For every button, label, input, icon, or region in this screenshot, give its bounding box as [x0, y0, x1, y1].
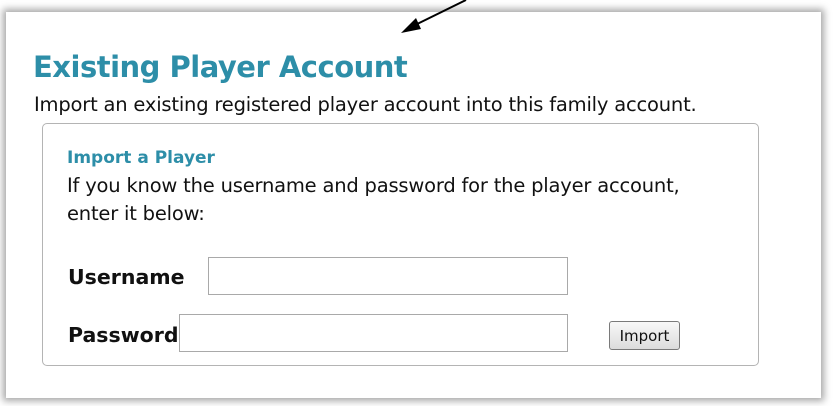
username-input[interactable] — [208, 257, 568, 295]
password-input[interactable] — [179, 314, 568, 352]
panel-description: If you know the username and password fo… — [67, 174, 680, 225]
page-description: Import an existing registered player acc… — [34, 93, 697, 116]
annotation-arrow-icon — [401, 0, 467, 33]
password-label: Password — [68, 323, 179, 347]
panel-title: Import a Player — [67, 148, 215, 168]
screenshot-frame: Existing Player Account Import an existi… — [6, 12, 821, 398]
import-player-panel: Import a Player If you know the username… — [42, 123, 759, 366]
username-label: Username — [68, 265, 185, 289]
import-button[interactable]: Import — [609, 321, 680, 350]
